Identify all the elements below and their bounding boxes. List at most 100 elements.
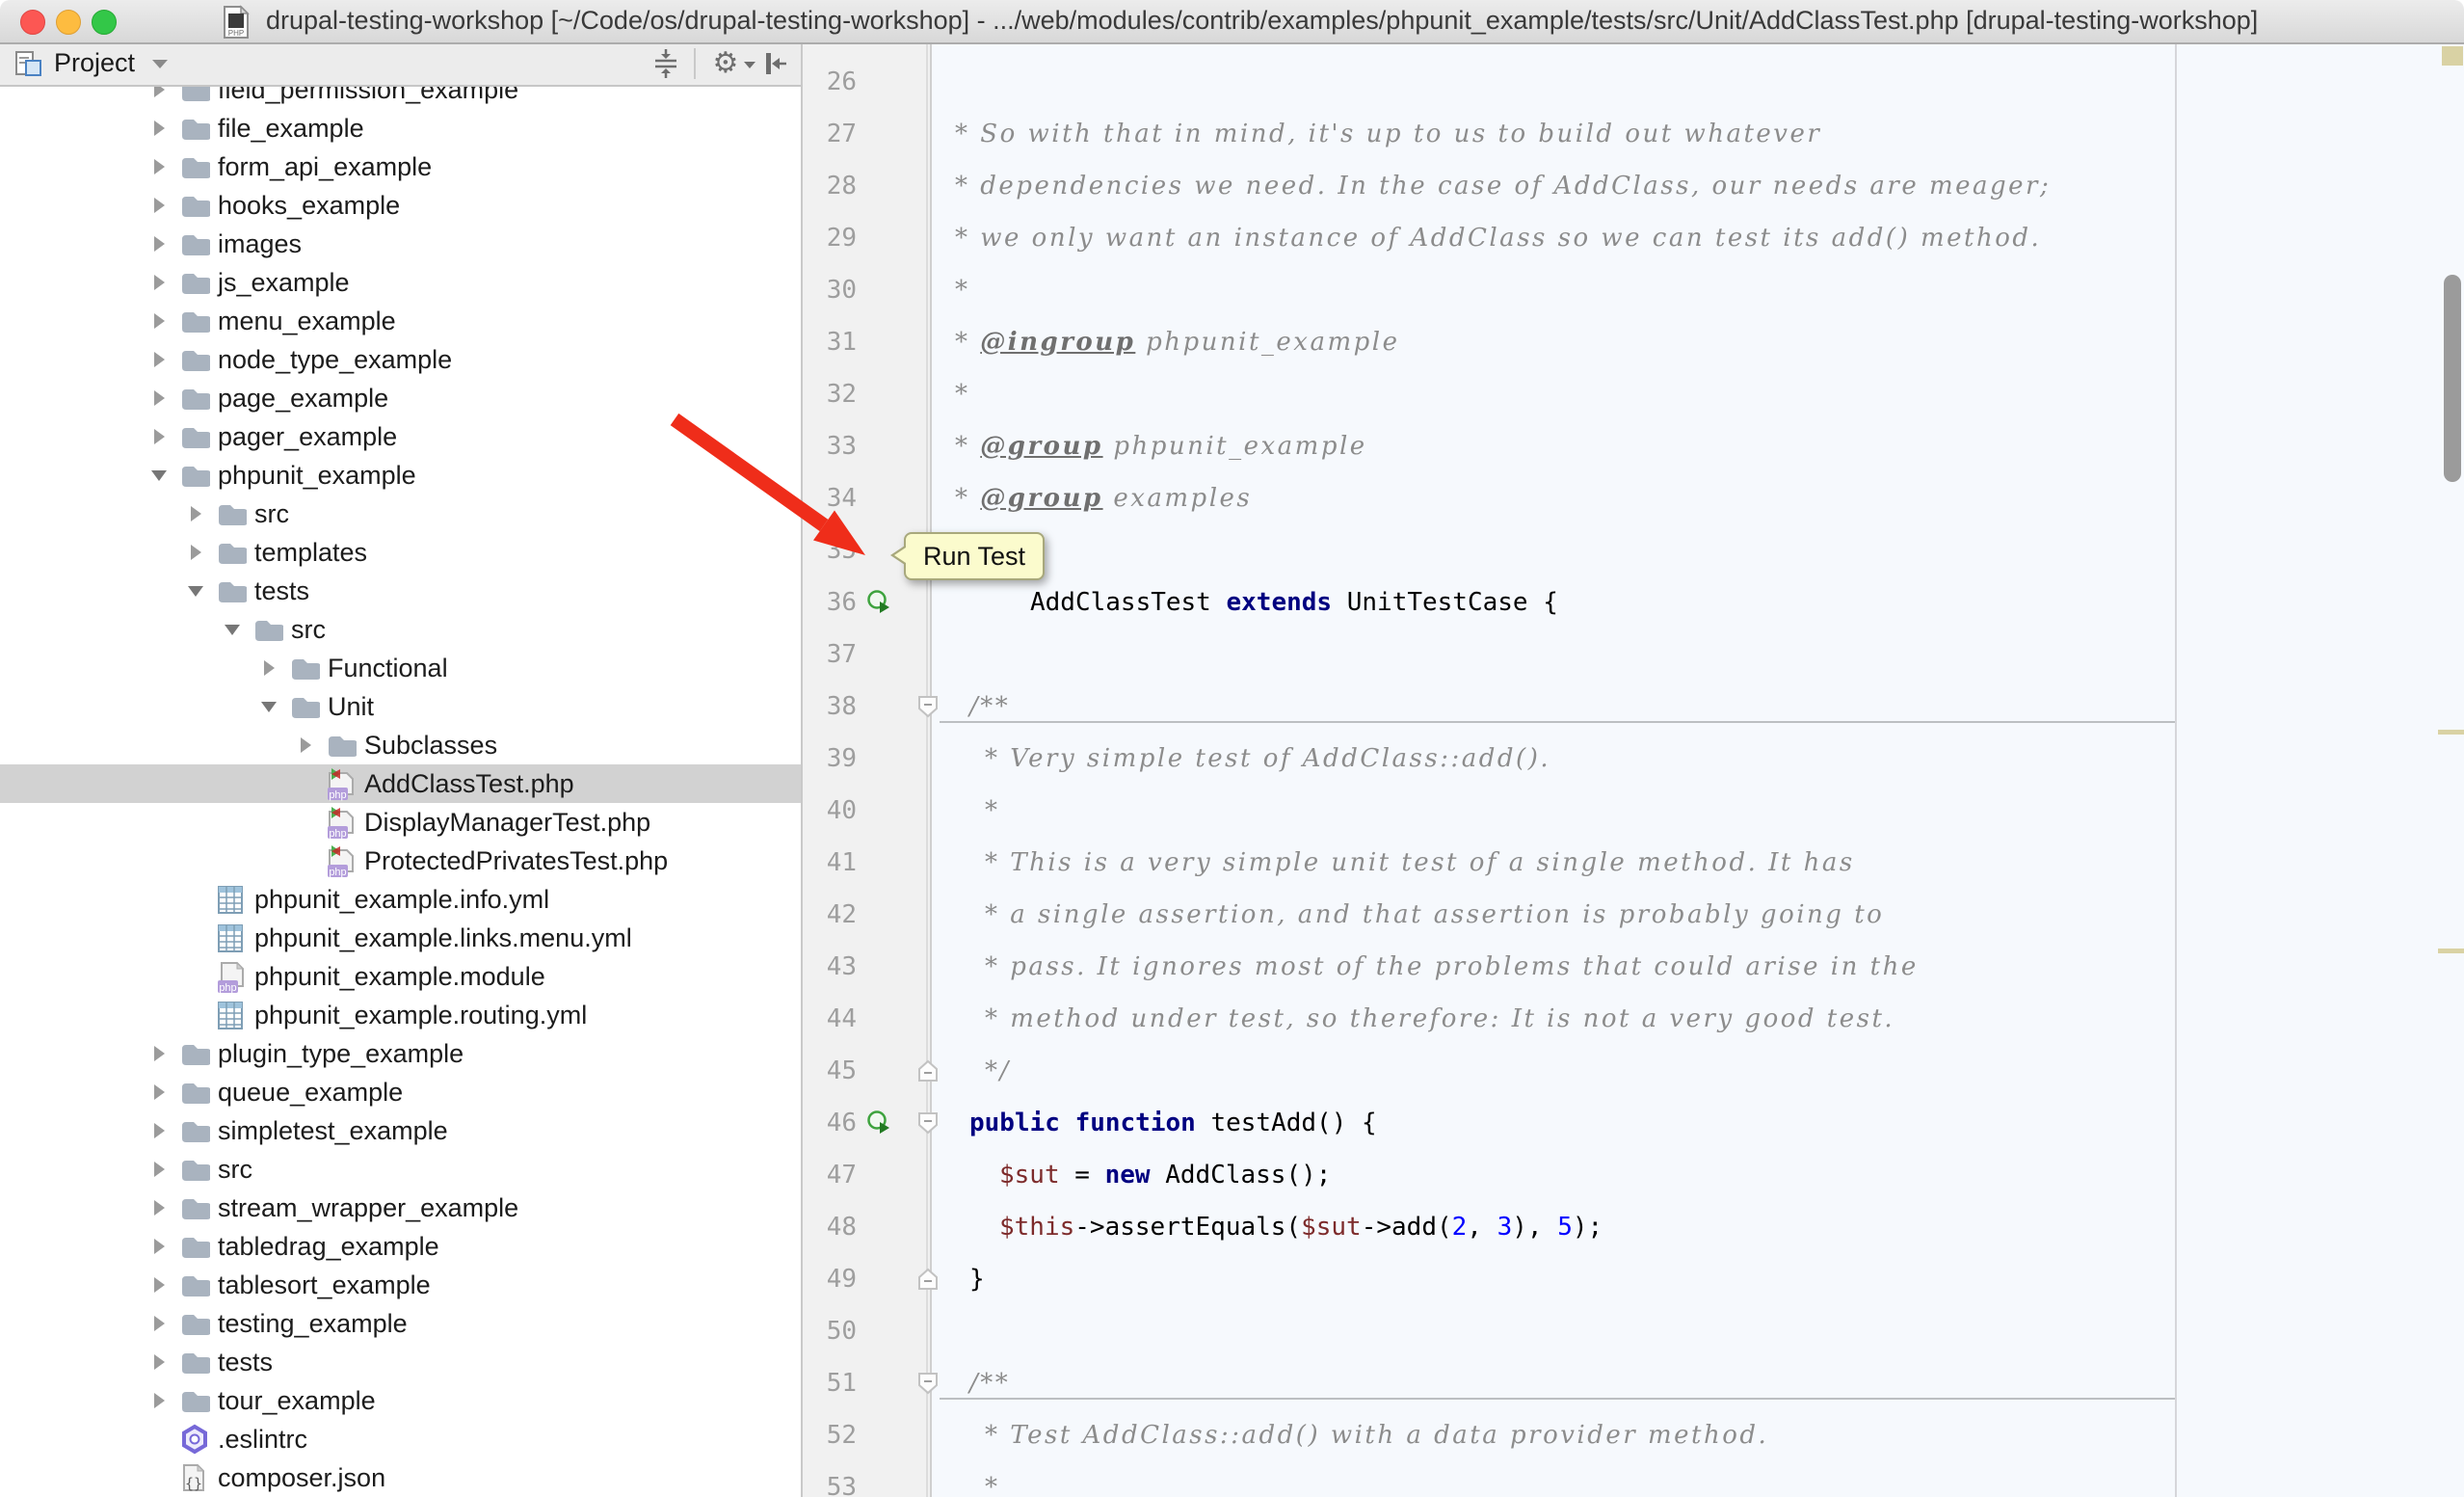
disclosure-collapsed-arrow[interactable]: [145, 302, 179, 340]
disclosure-collapsed-arrow[interactable]: [181, 495, 216, 533]
tree-item-functional[interactable]: Functional: [0, 649, 801, 687]
disclosure-collapsed-arrow[interactable]: [145, 147, 179, 186]
error-stripe-mark[interactable]: [2438, 949, 2464, 953]
tree-item-node-type-example[interactable]: node_type_example: [0, 340, 801, 379]
fold-marker[interactable]: [917, 1059, 939, 1083]
settings-gear-icon[interactable]: ⚙: [709, 48, 742, 79]
tree-item-label: DisplayManagerTest.php: [362, 808, 650, 838]
tree-item-tour-example[interactable]: tour_example: [0, 1381, 801, 1420]
run-test-tooltip[interactable]: Run Test: [904, 532, 1045, 580]
tree-item-menu-example[interactable]: menu_example: [0, 302, 801, 340]
disclosure-collapsed-arrow[interactable]: [145, 1150, 179, 1189]
tree-item-file-example[interactable]: file_example: [0, 109, 801, 147]
toolbar-divider: [694, 48, 696, 79]
disclosure-collapsed-arrow[interactable]: [145, 1111, 179, 1150]
line-number: 52: [803, 1409, 857, 1461]
tree-item-src[interactable]: src: [0, 610, 801, 649]
disclosure-expanded-arrow[interactable]: [218, 610, 252, 649]
hide-panel-icon[interactable]: [759, 48, 792, 79]
tree-item-unit[interactable]: Unit: [0, 687, 801, 726]
minimize-button[interactable]: [56, 10, 81, 35]
disclosure-collapsed-arrow[interactable]: [145, 417, 179, 456]
code-line-30: *: [955, 264, 970, 316]
disclosure-collapsed-arrow[interactable]: [145, 263, 179, 302]
disclosure-collapsed-arrow[interactable]: [145, 1343, 179, 1381]
disclosure-collapsed-arrow[interactable]: [145, 225, 179, 263]
disclosure-collapsed-arrow[interactable]: [145, 1227, 179, 1266]
disclosure-collapsed-arrow[interactable]: [145, 340, 179, 379]
tree-item-testing-example[interactable]: testing_example: [0, 1304, 801, 1343]
tree-item-tests[interactable]: tests: [0, 1343, 801, 1381]
disclosure-collapsed-arrow[interactable]: [145, 186, 179, 225]
tree-item-composer-json[interactable]: {}composer.json: [0, 1458, 801, 1497]
code-line-38: /**: [969, 681, 1010, 733]
tree-item-protectedprivatestest-php[interactable]: phpProtectedPrivatesTest.php: [0, 842, 801, 880]
folder-icon: [179, 1307, 216, 1340]
disclosure-expanded-arrow[interactable]: [181, 572, 216, 610]
disclosure-collapsed-arrow[interactable]: [181, 533, 216, 572]
error-stripe-mark[interactable]: [2442, 46, 2463, 66]
chevron-down-icon[interactable]: [152, 60, 168, 68]
line-number: 41: [803, 837, 857, 889]
tree-item-simpletest-example[interactable]: simpletest_example: [0, 1111, 801, 1150]
tree-item-tablesort-example[interactable]: tablesort_example: [0, 1266, 801, 1304]
tree-item-stream-wrapper-example[interactable]: stream_wrapper_example: [0, 1189, 801, 1227]
svg-text:{}: {}: [185, 1475, 202, 1492]
tree-item-label: phpunit_example.routing.yml: [252, 1001, 587, 1030]
disclosure-expanded-arrow[interactable]: [254, 687, 289, 726]
tree-item-plugin-type-example[interactable]: plugin_type_example: [0, 1034, 801, 1073]
tree-item-phpunit-example-routing-yml[interactable]: phpunit_example.routing.yml: [0, 996, 801, 1034]
fold-marker[interactable]: [917, 695, 939, 718]
tree-item-js-example[interactable]: js_example: [0, 263, 801, 302]
tree-item-phpunit-example-info-yml[interactable]: phpunit_example.info.yml: [0, 880, 801, 919]
tree-item-tabledrag-example[interactable]: tabledrag_example: [0, 1227, 801, 1266]
folder-icon: [179, 227, 216, 260]
tree-item-label: plugin_type_example: [216, 1039, 464, 1069]
tree-item-displaymanagertest-php[interactable]: phpDisplayManagerTest.php: [0, 803, 801, 842]
disclosure-collapsed-arrow[interactable]: [291, 726, 326, 764]
code-line-52: * Test AddClass::add() with a data provi…: [985, 1409, 1768, 1461]
tree-item-form-api-example[interactable]: form_api_example: [0, 147, 801, 186]
php-test-file-icon: php: [326, 844, 362, 877]
tree-item-src[interactable]: src: [0, 1150, 801, 1189]
disclosure-collapsed-arrow[interactable]: [145, 1266, 179, 1304]
disclosure-collapsed-arrow[interactable]: [145, 1073, 179, 1111]
disclosure-expanded-arrow[interactable]: [145, 456, 179, 495]
tree-item-phpunit-example-links-menu-yml[interactable]: phpunit_example.links.menu.yml: [0, 919, 801, 957]
code-line-31: * @ingroup phpunit_example: [955, 316, 1399, 368]
svg-text:php: php: [329, 789, 346, 801]
tree-item-queue-example[interactable]: queue_example: [0, 1073, 801, 1111]
tree-item-subclasses[interactable]: Subclasses: [0, 726, 801, 764]
titlebar: PHP drupal-testing-workshop [~/Code/os/d…: [0, 0, 2464, 44]
php-file-icon: php: [216, 960, 252, 993]
tree-item-label: page_example: [216, 384, 388, 414]
disclosure-collapsed-arrow[interactable]: [145, 1189, 179, 1227]
disclosure-collapsed-arrow[interactable]: [145, 109, 179, 147]
disclosure-collapsed-arrow[interactable]: [145, 379, 179, 417]
tree-item-label: queue_example: [216, 1078, 403, 1108]
close-button[interactable]: [20, 10, 45, 35]
folder-icon: [179, 150, 216, 183]
zoom-button[interactable]: [92, 10, 117, 35]
disclosure-collapsed-arrow[interactable]: [145, 1381, 179, 1420]
fold-marker[interactable]: [917, 1268, 939, 1291]
gear-dropdown-caret[interactable]: [744, 62, 755, 68]
tree-item-addclasstest-php[interactable]: phpAddClassTest.php: [0, 764, 801, 803]
fold-marker[interactable]: [917, 1372, 939, 1395]
project-panel-title[interactable]: Project: [54, 42, 135, 83]
editor-scrollbar-thumb[interactable]: [2444, 275, 2461, 482]
tree-item-label: testing_example: [216, 1309, 408, 1339]
error-stripe-mark[interactable]: [2438, 730, 2464, 735]
tree-item--eslintrc[interactable]: .eslintrc: [0, 1420, 801, 1458]
tree-item-label: tests: [216, 1348, 273, 1377]
tree-item-label: stream_wrapper_example: [216, 1193, 518, 1223]
disclosure-collapsed-arrow[interactable]: [145, 1304, 179, 1343]
tree-item-hooks-example[interactable]: hooks_example: [0, 186, 801, 225]
disclosure-collapsed-arrow[interactable]: [254, 649, 289, 687]
tree-item-images[interactable]: images: [0, 225, 801, 263]
tree-item-phpunit-example-module[interactable]: phpphpunit_example.module: [0, 957, 801, 996]
collapse-all-icon[interactable]: [649, 48, 682, 79]
fold-marker[interactable]: [917, 1111, 939, 1135]
run-test-gutter-icon[interactable]: [865, 1109, 892, 1136]
disclosure-collapsed-arrow[interactable]: [145, 1034, 179, 1073]
